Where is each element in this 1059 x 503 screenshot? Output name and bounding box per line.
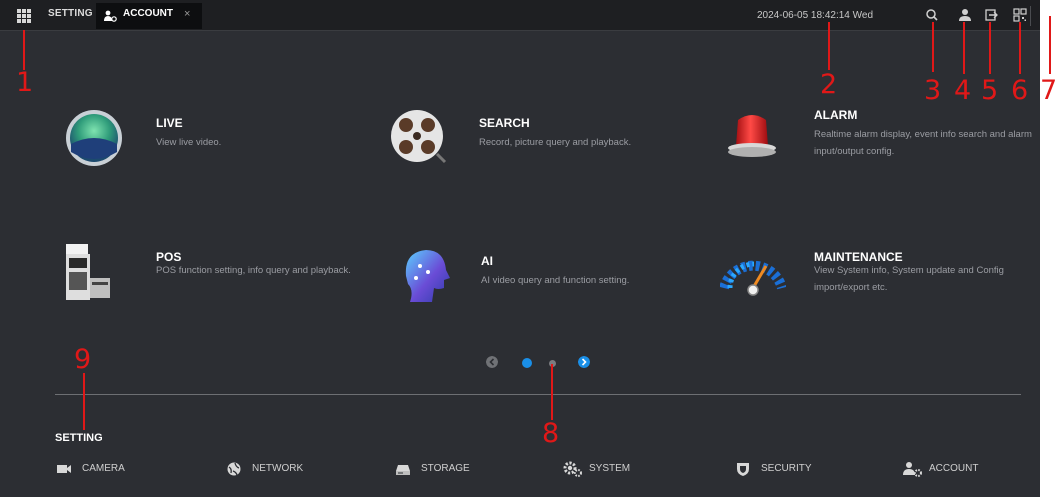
section-divider xyxy=(55,394,1021,395)
module-search[interactable]: SEARCH Record, picture query and playbac… xyxy=(387,108,697,188)
callout-number-4: 4 xyxy=(954,75,972,106)
callout-line-6 xyxy=(1019,22,1021,74)
module-live[interactable]: LIVE View live video. xyxy=(64,108,374,188)
callout-number-6: 6 xyxy=(1011,75,1029,106)
shortcut-label: NETWORK xyxy=(252,463,304,474)
module-ai[interactable]: AI AI video query and function setting. xyxy=(398,246,708,326)
shortcut-label: CAMERA xyxy=(82,463,125,474)
module-pos[interactable]: POS POS function setting, info query and… xyxy=(64,242,374,322)
next-page-icon[interactable] xyxy=(578,356,590,368)
network-icon xyxy=(227,462,241,476)
film-reel-search-icon xyxy=(391,110,447,164)
callout-line-5 xyxy=(989,22,991,74)
tab-account[interactable]: ACCOUNT × xyxy=(96,3,202,29)
ai-head-icon xyxy=(405,250,450,302)
callout-number-5: 5 xyxy=(981,75,999,106)
module-description: Record, picture query and playback. xyxy=(479,137,632,148)
module-description: AI video query and function setting. xyxy=(481,275,630,286)
callout-line-2 xyxy=(828,22,830,70)
module-description: View live video. xyxy=(156,137,222,148)
callout-number-8: 8 xyxy=(542,418,560,449)
callout-line-8 xyxy=(551,364,553,420)
callout-line-3 xyxy=(932,22,934,72)
account-icon xyxy=(903,462,922,477)
callout-number-7: 7 xyxy=(1040,75,1058,106)
search-icon[interactable] xyxy=(924,7,940,23)
toolbar-separator xyxy=(1030,6,1031,26)
module-description: POS function setting, info query and pla… xyxy=(156,265,351,276)
shortcut-label: SYSTEM xyxy=(589,463,631,474)
setting-heading: SETTING xyxy=(55,432,103,444)
page-dot-1[interactable] xyxy=(522,358,532,368)
alarm-siren-icon xyxy=(728,115,776,157)
main-menu-screen: SETTING ACCOUNT × 2024-06-05 18:42:14 We… xyxy=(0,0,1040,497)
qr-code-icon[interactable] xyxy=(1012,7,1028,23)
previous-page-icon[interactable] xyxy=(486,356,498,368)
main-menu-grid-icon[interactable] xyxy=(17,9,31,23)
module-title: LIVE xyxy=(156,116,183,130)
camera-icon xyxy=(57,465,71,473)
module-alarm[interactable]: ALARM Realtime alarm display, event info… xyxy=(722,106,1032,186)
module-description: View System info, System update and Conf… xyxy=(814,265,1004,293)
shortcut-label: ACCOUNT xyxy=(929,463,979,474)
user-icon[interactable] xyxy=(957,7,973,23)
shortcut-label: STORAGE xyxy=(421,463,470,474)
callout-line-9 xyxy=(83,373,85,430)
system-clock: 2024-06-05 18:42:14 Wed xyxy=(757,10,874,21)
live-globe-icon xyxy=(66,110,122,166)
tab-setting[interactable]: SETTING xyxy=(48,8,93,19)
callout-line-1 xyxy=(23,30,25,70)
shield-icon xyxy=(737,463,749,476)
callout-line-4 xyxy=(963,22,965,74)
logout-icon[interactable] xyxy=(983,7,999,23)
module-maintenance[interactable]: MAINTENANCE View System info, System upd… xyxy=(720,242,1030,322)
system-gear-icon xyxy=(563,461,582,477)
module-title: AI xyxy=(481,254,493,268)
callout-number-1: 1 xyxy=(16,67,34,98)
top-bar: SETTING ACCOUNT × 2024-06-05 18:42:14 We… xyxy=(0,0,1040,31)
callout-number-2: 2 xyxy=(820,69,838,100)
module-title: ALARM xyxy=(814,108,858,122)
module-description: Realtime alarm display, event info searc… xyxy=(814,129,1032,157)
storage-icon xyxy=(396,465,410,475)
close-icon[interactable]: × xyxy=(184,8,190,20)
account-icon xyxy=(104,10,117,22)
gauge-icon xyxy=(720,260,786,296)
pos-terminal-icon xyxy=(66,244,110,300)
shortcut-label: SECURITY xyxy=(761,463,812,474)
callout-number-9: 9 xyxy=(74,344,92,375)
callout-line-7 xyxy=(1049,16,1051,74)
module-title: SEARCH xyxy=(479,116,530,130)
callout-number-3: 3 xyxy=(924,75,942,106)
tab-account-label: ACCOUNT xyxy=(123,8,173,19)
